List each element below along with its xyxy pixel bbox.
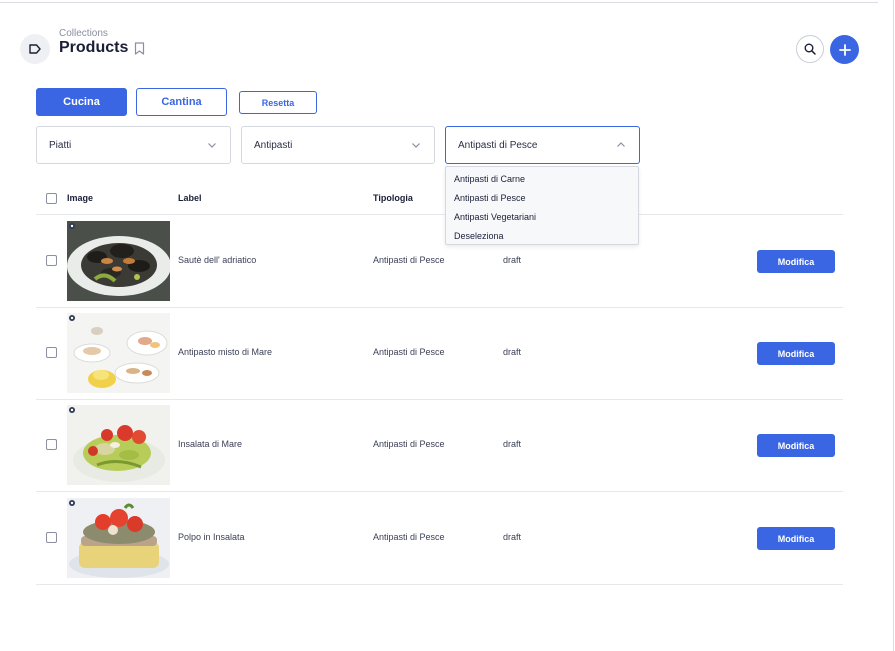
chevron-down-icon xyxy=(412,143,420,148)
page-title: Products xyxy=(59,39,129,56)
image-gear-icon xyxy=(69,407,75,413)
row-label: Polpo in Insalata xyxy=(178,532,245,542)
dropdown-option-vegetariani[interactable]: Antipasti Vegetariani xyxy=(446,207,638,226)
breadcrumb[interactable]: Collections xyxy=(59,28,108,39)
edit-button[interactable]: Modifica xyxy=(757,434,835,457)
reset-button[interactable]: Resetta xyxy=(239,91,317,114)
add-product-button[interactable] xyxy=(830,35,859,64)
page-header: Collections Products xyxy=(20,26,860,72)
product-image-octopus-salad xyxy=(67,498,170,578)
product-image-mixed-seafood xyxy=(67,313,170,393)
product-image-mussels xyxy=(67,221,170,301)
type-select-value: Antipasti di Pesce xyxy=(458,139,538,151)
image-gear-icon xyxy=(69,500,75,506)
type-dropdown-menu: Antipasti di Carne Antipasti di Pesce An… xyxy=(445,166,639,245)
column-header-tipologia[interactable]: Tipologia xyxy=(373,193,413,203)
category-select[interactable]: Piatti xyxy=(36,126,231,164)
plus-icon xyxy=(838,43,851,56)
table-row: Sautè dell' adriatico Antipasti di Pesce… xyxy=(36,215,843,307)
divider xyxy=(36,584,843,585)
row-status: draft xyxy=(503,439,522,449)
search-button[interactable] xyxy=(796,35,824,63)
row-label: Antipasto misto di Mare xyxy=(178,347,273,357)
column-header-image: Image xyxy=(67,193,94,203)
row-checkbox[interactable] xyxy=(46,532,57,543)
dropdown-option-carne[interactable]: Antipasti di Carne xyxy=(446,169,638,188)
row-checkbox[interactable] xyxy=(46,439,57,450)
image-gear-icon xyxy=(69,315,75,321)
select-all-checkbox[interactable] xyxy=(46,193,57,204)
row-tipologia: Antipasti di Pesce xyxy=(373,439,445,449)
row-checkbox[interactable] xyxy=(46,255,57,266)
table-row: Insalata di Mare Antipasti di Pesce draf… xyxy=(36,399,843,491)
subcategory-select[interactable]: Antipasti xyxy=(241,126,435,164)
image-gear-icon xyxy=(69,223,75,229)
chevron-up-icon xyxy=(617,142,625,147)
search-icon xyxy=(804,43,816,55)
row-status: draft xyxy=(503,255,522,265)
top-divider xyxy=(0,2,878,3)
subcategory-select-value: Antipasti xyxy=(254,139,293,151)
edit-button[interactable]: Modifica xyxy=(757,342,835,365)
tab-cucina[interactable]: Cucina xyxy=(36,88,127,116)
column-header-label[interactable]: Label xyxy=(178,193,202,203)
row-status: draft xyxy=(503,532,522,542)
type-select[interactable]: Antipasti di Pesce xyxy=(445,126,640,164)
row-checkbox[interactable] xyxy=(46,347,57,358)
row-label: Sautè dell' adriatico xyxy=(178,255,257,265)
dropdown-option-deseleziona[interactable]: Deseleziona xyxy=(446,226,638,245)
category-select-value: Piatti xyxy=(49,139,72,151)
bookmark-icon[interactable] xyxy=(134,42,145,60)
row-status: draft xyxy=(503,347,522,357)
row-tipologia: Antipasti di Pesce xyxy=(373,347,445,357)
dropdown-option-pesce[interactable]: Antipasti di Pesce xyxy=(446,188,638,207)
table-row: Antipasto misto di Mare Antipasti di Pes… xyxy=(36,307,843,399)
table-row: Polpo in Insalata Antipasti di Pesce dra… xyxy=(36,492,843,584)
product-image-seafood-salad xyxy=(67,405,170,485)
edit-button[interactable]: Modifica xyxy=(757,250,835,273)
collection-tag-icon[interactable] xyxy=(20,34,50,64)
row-tipologia: Antipasti di Pesce xyxy=(373,255,445,265)
row-label: Insalata di Mare xyxy=(178,439,243,449)
right-divider xyxy=(893,0,894,651)
tab-cantina[interactable]: Cantina xyxy=(136,88,227,116)
chevron-down-icon xyxy=(208,143,216,148)
edit-button[interactable]: Modifica xyxy=(757,527,835,550)
row-tipologia: Antipasti di Pesce xyxy=(373,532,445,542)
